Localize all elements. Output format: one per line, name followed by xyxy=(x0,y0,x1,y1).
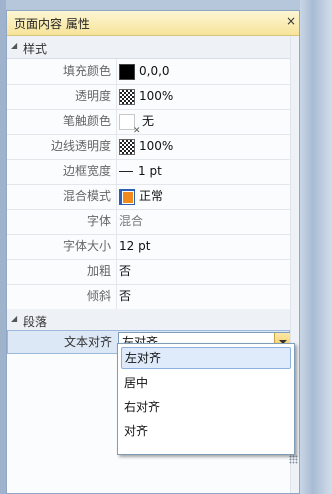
section-paragraph-label: 段落 xyxy=(23,315,48,329)
property-value[interactable]: 否 xyxy=(119,259,131,284)
property-value[interactable]: 正常 xyxy=(119,184,163,209)
no-color-icon: ✕ xyxy=(119,113,141,136)
property-label: 加粗 xyxy=(86,264,111,278)
blend-icon xyxy=(119,188,135,205)
property-value[interactable]: 1 pt xyxy=(119,159,162,184)
property-value[interactable]: 100% xyxy=(119,84,173,109)
property-label: 混合模式 xyxy=(62,189,111,203)
option-left-align[interactable]: 左对齐 xyxy=(121,347,291,369)
property-value[interactable]: 混合 xyxy=(119,209,143,234)
text-align-dropdown: 左对齐 居中 右对齐 对齐 xyxy=(117,343,295,455)
collapse-triangle-icon[interactable]: ◢ xyxy=(11,314,17,323)
option-right-align[interactable]: 右对齐 xyxy=(121,396,291,418)
property-value[interactable]: 100% xyxy=(119,134,173,159)
property-label: 文本对齐 xyxy=(63,335,112,349)
property-value[interactable]: 0,0,0 xyxy=(119,59,170,84)
checker-icon xyxy=(119,88,135,105)
line-icon xyxy=(119,171,133,172)
background-right xyxy=(300,0,332,494)
property-label: 透明度 xyxy=(74,89,111,103)
section-style-label: 样式 xyxy=(23,42,48,56)
collapse-triangle-icon[interactable]: ◢ xyxy=(11,41,17,50)
panel-title-bar[interactable]: 页面内容 属性 × xyxy=(7,11,299,36)
property-row-fill-color[interactable]: 填充颜色 0,0,0 xyxy=(7,59,290,85)
property-row-stroke-opacity[interactable]: 边线透明度 100% xyxy=(7,134,290,160)
black-swatch-icon xyxy=(119,63,135,80)
property-label: 笔触颜色 xyxy=(62,114,111,128)
checker-icon xyxy=(119,138,135,155)
property-row-bold[interactable]: 加粗 否 xyxy=(7,259,290,285)
property-label: 边线透明度 xyxy=(50,139,111,153)
close-icon[interactable]: × xyxy=(284,13,298,29)
property-row-opacity[interactable]: 透明度 100% xyxy=(7,84,290,110)
property-row-border-width[interactable]: 边框宽度 1 pt xyxy=(7,159,290,185)
property-value[interactable]: 否 xyxy=(119,284,131,309)
resize-grip-icon[interactable] xyxy=(289,455,298,464)
property-row-italic[interactable]: 倾斜 否 xyxy=(7,284,290,310)
property-label: 字体 xyxy=(86,214,111,228)
property-row-font[interactable]: 字体 混合 xyxy=(7,209,290,235)
property-label: 填充颜色 xyxy=(62,64,111,78)
property-row-blend-mode[interactable]: 混合模式 正常 xyxy=(7,184,290,210)
property-row-stroke-color[interactable]: 笔触颜色 ✕ 无 xyxy=(7,109,290,136)
property-label: 边框宽度 xyxy=(62,164,111,178)
property-value[interactable]: 12 pt xyxy=(119,234,150,259)
property-value[interactable]: ✕ 无 xyxy=(119,109,154,136)
property-row-font-size[interactable]: 字体大小 12 pt xyxy=(7,234,290,260)
property-label: 倾斜 xyxy=(86,289,111,303)
option-center[interactable]: 居中 xyxy=(121,372,291,394)
option-justify[interactable]: 对齐 xyxy=(121,420,291,442)
property-label: 字体大小 xyxy=(62,239,111,253)
panel-title: 页面内容 属性 xyxy=(14,17,90,31)
section-paragraph[interactable]: ◢ 段落 xyxy=(7,309,290,332)
section-style[interactable]: ◢ 样式 xyxy=(7,36,290,59)
